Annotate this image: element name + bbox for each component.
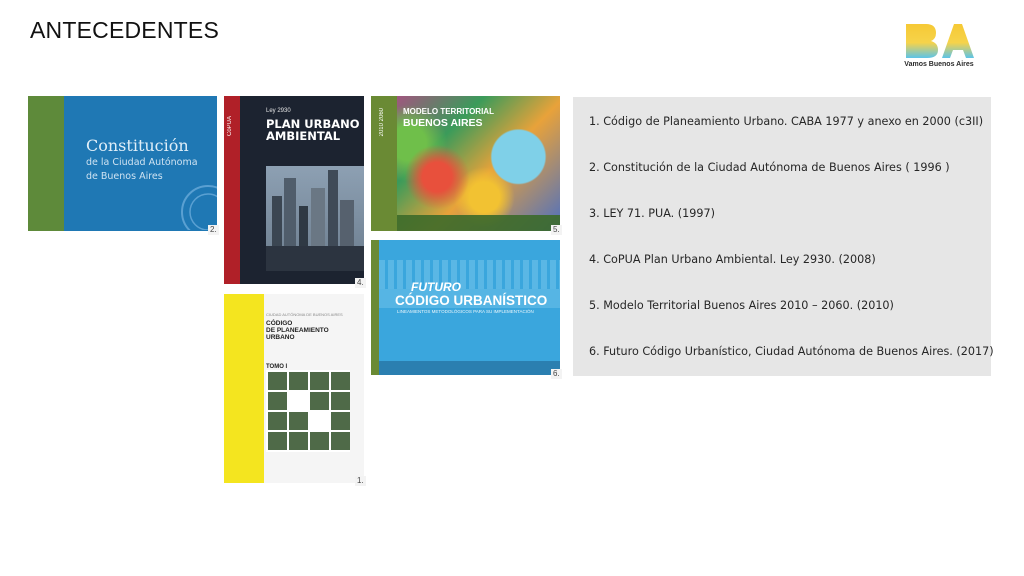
- cover-constitucion: Constitución de la Ciudad Autónoma de Bu…: [28, 96, 217, 231]
- cover-copua: CoPUA Ley 2930 PLAN URBANO AMBIENTAL: [224, 96, 364, 284]
- emblem-icon: [181, 185, 217, 230]
- cover-band: [28, 96, 64, 231]
- cover-subtitle: LINEAMIENTOS METODOLÓGICOS PARA SU IMPLE…: [397, 309, 534, 314]
- cover-number: 6.: [551, 369, 562, 379]
- city-skyline-photo: [266, 166, 364, 271]
- cover-codigo-planeamiento: CIUDAD AUTÓNOMA DE BUENOS AIRES CÓDIGO D…: [224, 294, 364, 483]
- list-item: 1. Código de Planeamiento Urbano. CABA 1…: [589, 115, 984, 128]
- cover-footer: [397, 215, 560, 231]
- list-item: 5. Modelo Territorial Buenos Aires 2010 …: [589, 299, 894, 312]
- cover-footer: [379, 361, 560, 375]
- cover-title: FUTURO: [411, 280, 461, 294]
- photo-grid: [266, 370, 350, 452]
- list-item: 6. Futuro Código Urbanístico, Ciudad Aut…: [589, 345, 994, 358]
- logo-tagline: Vamos Buenos Aires: [904, 61, 974, 68]
- cover-title: MODELO TERRITORIAL: [403, 107, 494, 116]
- list-item: 2. Constitución de la Ciudad Autónoma de…: [589, 161, 950, 174]
- cover-futuro-codigo: FUTURO CÓDIGO URBANÍSTICO LINEAMIENTOS M…: [371, 240, 560, 375]
- cover-title: PLAN URBANO AMBIENTAL: [266, 118, 360, 142]
- cover-title: BUENOS AIRES: [403, 117, 483, 129]
- cover-modelo-territorial: 2010 2060 MODELO TERRITORIAL BUENOS AIRE…: [371, 96, 560, 231]
- cover-title-line: AMBIENTAL: [266, 129, 341, 143]
- list-item: 4. CoPUA Plan Urbano Ambiental. Ley 2930…: [589, 253, 876, 266]
- cover-band: [224, 294, 264, 483]
- cover-number: 5.: [551, 225, 562, 235]
- cover-title: CÓDIGO DE PLANEAMIENTO URBANO: [266, 320, 329, 341]
- cover-title-line: DE PLANEAMIENTO: [266, 327, 329, 334]
- cover-spine: CoPUA: [227, 116, 233, 137]
- cover-band: [371, 240, 379, 375]
- skyline-icon: [266, 170, 364, 271]
- references-panel: 1. Código de Planeamiento Urbano. CABA 1…: [573, 97, 994, 376]
- cover-subtitle-line: de la Ciudad Autónoma: [86, 157, 198, 168]
- list-item: 3. LEY 71. PUA. (1997): [589, 207, 715, 220]
- page-title: ANTECEDENTES: [30, 17, 219, 43]
- cover-number: 4.: [355, 278, 366, 288]
- cover-title-line: CÓDIGO: [266, 320, 293, 327]
- cover-header: CIUDAD AUTÓNOMA DE BUENOS AIRES: [266, 312, 343, 317]
- cover-number: 2.: [208, 225, 219, 235]
- cover-law: Ley 2930: [266, 108, 291, 114]
- cover-number: 1.: [355, 476, 366, 486]
- cover-title-line: URBANO: [266, 334, 295, 341]
- cover-years: 2010 2060: [379, 108, 385, 137]
- cover-title: Constitución: [86, 136, 189, 155]
- cover-title: CÓDIGO URBANÍSTICO: [395, 293, 548, 308]
